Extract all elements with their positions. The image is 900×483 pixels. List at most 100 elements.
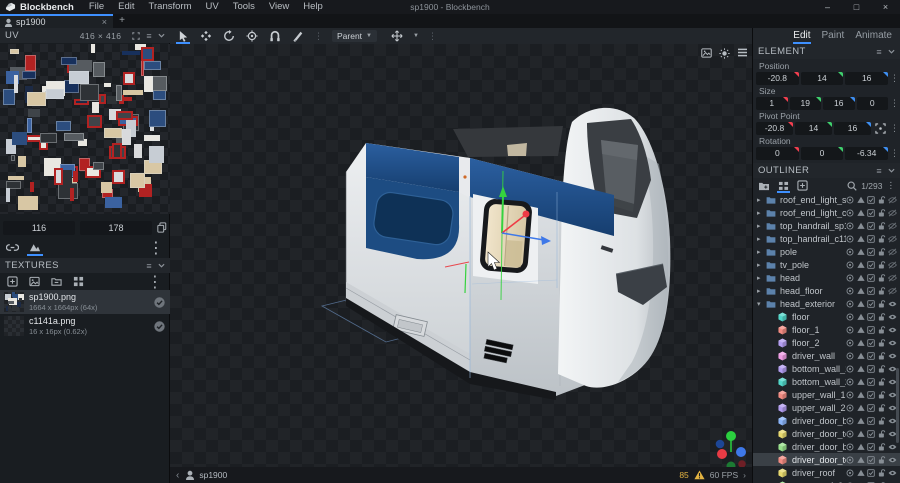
lock-icon[interactable] <box>878 274 886 282</box>
select-dot-icon[interactable] <box>846 365 854 373</box>
chevron-right-icon[interactable]: ▸ <box>757 209 766 217</box>
autouv-icon[interactable] <box>857 222 865 230</box>
export-checkbox-icon[interactable] <box>867 417 875 425</box>
select-dot-icon[interactable] <box>846 404 854 412</box>
textures-toolbar-menu-icon[interactable]: ⋮ <box>147 272 163 292</box>
lock-icon[interactable] <box>878 313 886 321</box>
rotate-tool-icon[interactable] <box>222 29 236 43</box>
outliner-item-driver_roof[interactable]: driver_roof <box>753 466 900 479</box>
mode-tab-edit[interactable]: Edit <box>793 28 810 44</box>
menu-view[interactable]: View <box>262 1 296 12</box>
autouv-icon[interactable] <box>857 248 865 256</box>
visibility-on-icon[interactable] <box>888 313 897 321</box>
import-texture-icon[interactable] <box>7 276 18 287</box>
texture-check-icon[interactable] <box>153 296 166 309</box>
minimize-button[interactable]: – <box>813 0 842 14</box>
autouv-icon[interactable] <box>857 469 865 477</box>
texture-preview-mode-icon[interactable] <box>29 240 41 255</box>
add-cube-icon[interactable] <box>797 178 808 193</box>
uv-panel-header[interactable]: UV 416 × 416 ≡ <box>0 28 170 43</box>
visibility-off-icon[interactable] <box>888 222 897 230</box>
element-pivot-point-input-1[interactable]: 14 <box>795 122 832 135</box>
uv-frame-icon[interactable] <box>132 32 140 40</box>
select-dot-icon[interactable] <box>846 313 854 321</box>
move-tool-icon[interactable] <box>176 29 190 43</box>
project-tab-sp1900[interactable]: sp1900 × <box>0 14 113 28</box>
add-group-icon[interactable] <box>758 178 770 193</box>
select-dot-icon[interactable] <box>846 339 854 347</box>
lock-icon[interactable] <box>878 417 886 425</box>
outliner-item-driver_door_top_2[interactable]: driver_door_top_2 <box>753 453 900 466</box>
maximize-button[interactable]: □ <box>842 0 871 14</box>
export-checkbox-icon[interactable] <box>867 391 875 399</box>
resize-tool-icon[interactable] <box>199 29 213 43</box>
visibility-on-icon[interactable] <box>888 352 897 360</box>
menu-transform[interactable]: Transform <box>142 1 199 12</box>
menu-uv[interactable]: UV <box>198 1 225 12</box>
menu-help[interactable]: Help <box>296 1 330 12</box>
autouv-icon[interactable] <box>857 235 865 243</box>
outliner-panel-collapse-icon[interactable] <box>888 168 895 173</box>
select-dot-icon[interactable] <box>846 209 854 217</box>
element-position-input-2[interactable]: 16 <box>845 72 888 85</box>
autouv-icon[interactable] <box>857 417 865 425</box>
texture-item-sp1900-png[interactable]: sp1900.png1664 x 1664px (64x) <box>0 290 170 314</box>
export-checkbox-icon[interactable] <box>867 365 875 373</box>
lock-icon[interactable] <box>878 404 886 412</box>
new-tab-button[interactable]: + <box>113 14 131 28</box>
textures-panel-collapse-icon[interactable] <box>158 263 165 268</box>
export-checkbox-icon[interactable] <box>867 326 875 334</box>
outliner-view-mode-icon[interactable] <box>778 178 789 193</box>
lock-icon[interactable] <box>878 222 886 230</box>
mode-tab-animate[interactable]: Animate <box>855 28 892 44</box>
autouv-icon[interactable] <box>857 300 865 308</box>
toolbar-menu-icon[interactable]: ⋮ <box>428 31 437 42</box>
outliner-panel-header[interactable]: OUTLINER ≡ <box>753 163 900 178</box>
view-orientation-gizmo[interactable] <box>709 426 752 467</box>
texture-grid-icon[interactable] <box>73 276 84 287</box>
autouv-icon[interactable] <box>857 430 865 438</box>
lock-icon[interactable] <box>878 209 886 217</box>
visibility-off-icon[interactable] <box>888 235 897 243</box>
menu-edit[interactable]: Edit <box>111 1 141 12</box>
outliner-item-driver_door_bottom[interactable]: driver_door_bottom <box>753 414 900 427</box>
autouv-icon[interactable] <box>857 365 865 373</box>
element-size-input-2[interactable]: 16 <box>823 97 855 110</box>
export-checkbox-icon[interactable] <box>867 248 875 256</box>
autouv-icon[interactable] <box>857 196 865 204</box>
visibility-on-icon[interactable] <box>888 339 897 347</box>
outliner-item-roof_end_light_sp1900[interactable]: ▸roof_end_light_sp1900 <box>753 193 900 206</box>
textures-panel-menu-icon[interactable]: ≡ <box>146 261 152 271</box>
visibility-on-icon[interactable] <box>888 300 897 308</box>
outliner-toolbar-menu-icon[interactable]: ⋮ <box>887 180 896 191</box>
export-checkbox-icon[interactable] <box>867 235 875 243</box>
lock-icon[interactable] <box>878 261 886 269</box>
export-checkbox-icon[interactable] <box>867 378 875 386</box>
autouv-icon[interactable] <box>857 209 865 217</box>
chevron-right-icon[interactable]: ▸ <box>757 222 766 230</box>
select-dot-icon[interactable] <box>846 261 854 269</box>
export-checkbox-icon[interactable] <box>867 404 875 412</box>
autouv-icon[interactable] <box>857 313 865 321</box>
export-checkbox-icon[interactable] <box>867 456 875 464</box>
select-dot-icon[interactable] <box>846 287 854 295</box>
export-checkbox-icon[interactable] <box>867 469 875 477</box>
search-icon[interactable] <box>847 181 857 191</box>
autouv-icon[interactable] <box>857 287 865 295</box>
outliner-item-bottom_wall_1[interactable]: bottom_wall_1 <box>753 362 900 375</box>
screenshot-icon[interactable] <box>701 48 712 59</box>
lock-icon[interactable] <box>878 196 886 204</box>
export-checkbox-icon[interactable] <box>867 313 875 321</box>
knife-tool-icon[interactable] <box>291 29 305 43</box>
chevron-right-icon[interactable]: ▸ <box>757 287 766 295</box>
link-uv-icon[interactable] <box>6 240 19 255</box>
select-dot-icon[interactable] <box>846 326 854 334</box>
outliner-item-driver_door_top_1[interactable]: driver_door_top_1 <box>753 427 900 440</box>
reload-textures-icon[interactable] <box>51 276 62 287</box>
element-panel-menu-icon[interactable]: ≡ <box>876 47 882 57</box>
element-pivot-point-menu-icon[interactable]: ⋮ <box>890 122 897 135</box>
select-dot-icon[interactable] <box>846 222 854 230</box>
outliner-panel-menu-icon[interactable]: ≡ <box>876 166 882 176</box>
vertex-snap-tool-icon[interactable] <box>268 29 282 43</box>
menu-file[interactable]: File <box>82 1 111 12</box>
